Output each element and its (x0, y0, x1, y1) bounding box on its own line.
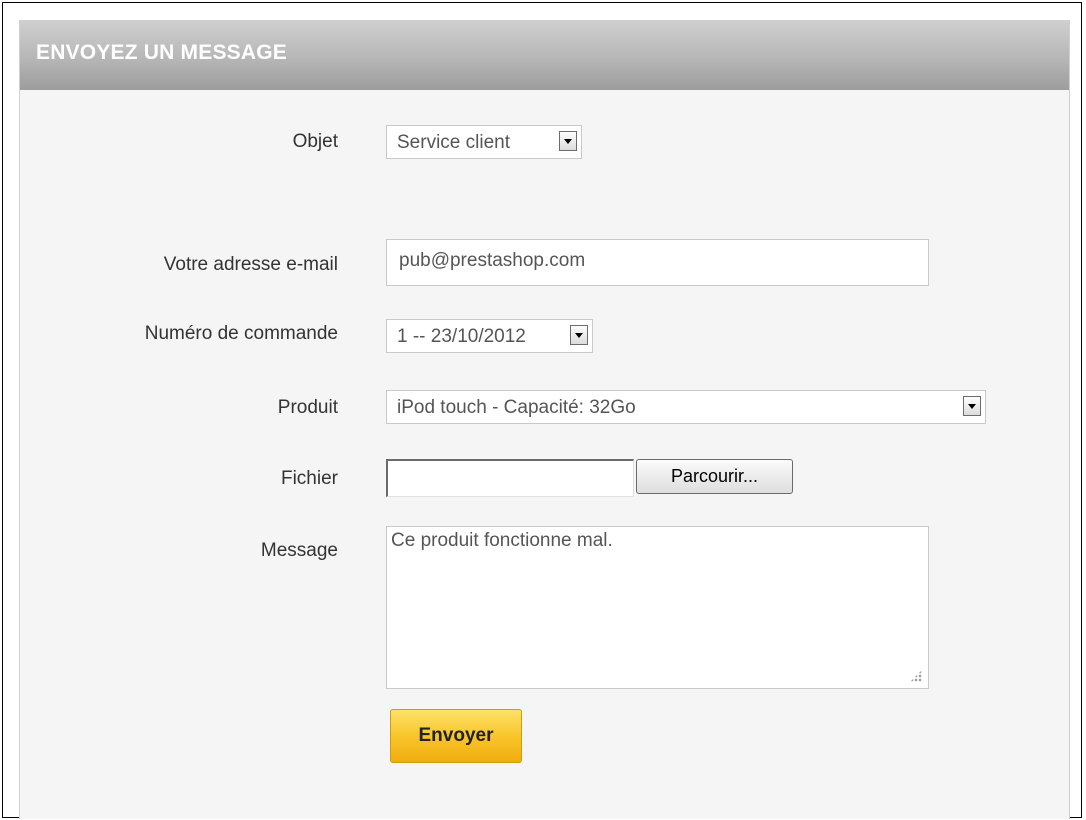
contact-form-panel: ENVOYEZ UN MESSAGE Objet Service client … (19, 20, 1070, 819)
file-label: Fichier (280, 468, 338, 489)
subject-value: Service client (397, 132, 510, 153)
product-value: iPod touch - Capacité: 32Go (397, 397, 636, 418)
resize-grip-icon[interactable] (910, 670, 922, 682)
product-select[interactable]: iPod touch - Capacité: 32Go (386, 390, 986, 424)
email-value: pub@prestashop.com (399, 250, 586, 271)
message-label: Message (260, 540, 338, 561)
product-label: Produit (277, 397, 338, 418)
message-textarea[interactable]: Ce produit fonctionne mal. (386, 526, 929, 689)
order-label: Numéro de commande (144, 323, 338, 344)
panel-header: ENVOYEZ UN MESSAGE (20, 21, 1069, 90)
send-button[interactable]: Envoyer (390, 709, 522, 763)
order-select[interactable]: 1 -- 23/10/2012 (386, 319, 593, 353)
panel-title: ENVOYEZ UN MESSAGE (36, 41, 287, 64)
email-label: Votre adresse e-mail (163, 254, 338, 275)
subject-select[interactable]: Service client (386, 125, 582, 159)
chevron-down-icon[interactable] (559, 131, 577, 151)
message-value: Ce produit fonctionne mal. (391, 530, 613, 551)
browse-button[interactable]: Parcourir... (636, 459, 793, 494)
chevron-down-icon[interactable] (570, 325, 588, 345)
email-field[interactable]: pub@prestashop.com (386, 239, 929, 286)
order-value: 1 -- 23/10/2012 (397, 326, 526, 347)
chevron-down-icon[interactable] (963, 396, 981, 416)
file-path-input[interactable] (386, 459, 634, 497)
subject-label: Objet (292, 131, 338, 152)
